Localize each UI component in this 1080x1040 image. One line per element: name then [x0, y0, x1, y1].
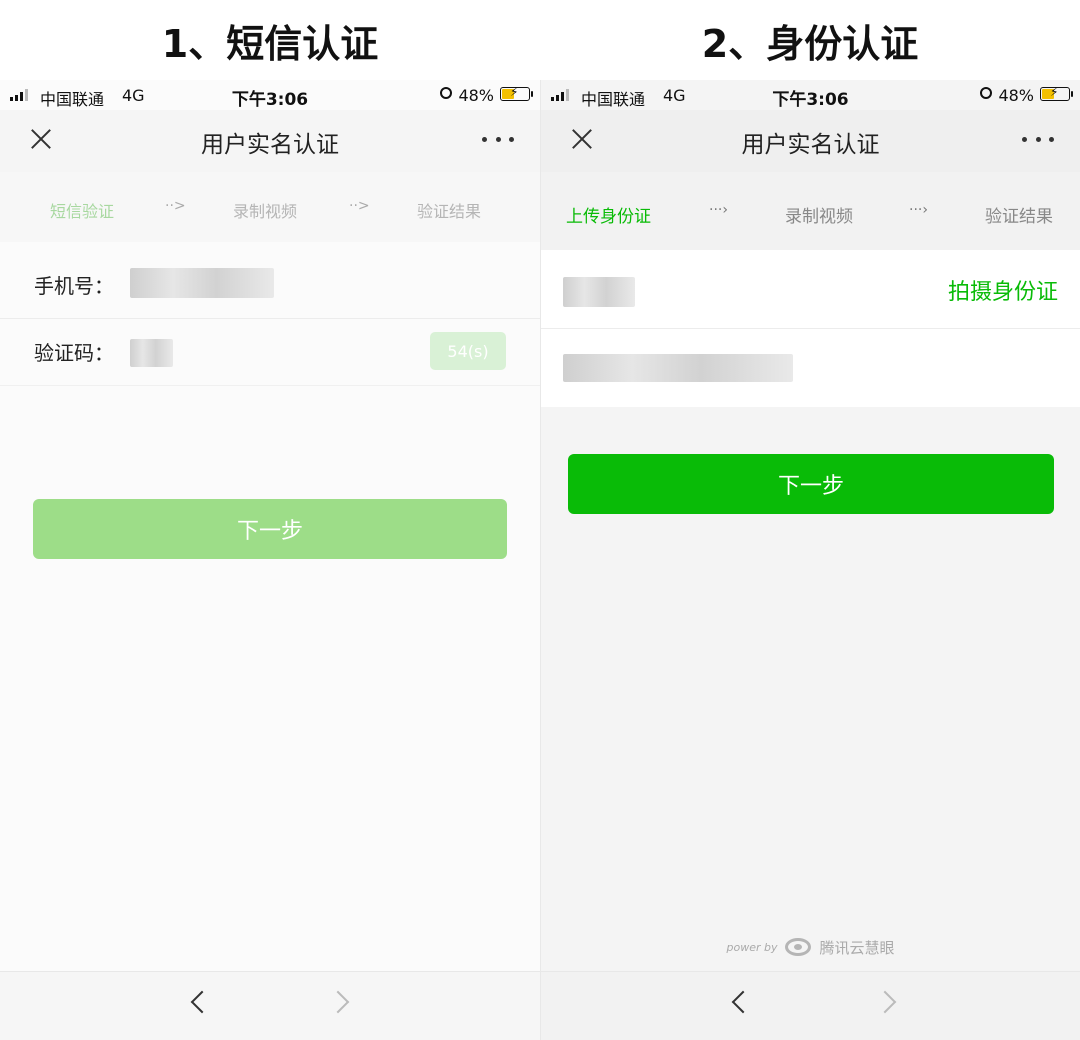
status-bar: 中国联通 4G 下午3:06 48% ⚡ — [0, 80, 540, 110]
navigation-bar: 用户实名认证 — [0, 110, 540, 172]
phone-number-row: 手机号： — [0, 242, 540, 319]
forward-icon[interactable] — [326, 990, 350, 1014]
battery-icon: ⚡ — [1040, 85, 1073, 101]
rotation-lock-icon — [980, 87, 992, 99]
battery-percent: 48% — [458, 86, 494, 105]
verification-code-input[interactable] — [130, 339, 173, 367]
browser-bottom-bar — [0, 971, 540, 1040]
page-title: 用户实名认证 — [741, 132, 880, 158]
step-arrow: ···› — [909, 202, 928, 218]
step-arrow: ···› — [709, 202, 728, 218]
step-record-video: 录制视频 — [785, 207, 853, 227]
brand-name: 腾讯云慧眼 — [819, 938, 895, 957]
countdown-button[interactable]: 54(s) — [430, 332, 506, 370]
step-upload-id: 上传身份证 — [566, 207, 651, 227]
status-bar: 中国联通 4G 下午3:06 48% ⚡ — [541, 80, 1080, 110]
browser-bottom-bar — [541, 971, 1080, 1040]
name-row: 拍摄身份证 — [541, 250, 1080, 329]
next-button[interactable]: 下一步 — [568, 454, 1054, 514]
name-value-redacted — [563, 277, 635, 307]
step-result: 验证结果 — [985, 207, 1053, 227]
tencent-eye-logo-icon — [785, 938, 812, 956]
back-icon[interactable] — [190, 990, 214, 1014]
more-options-icon[interactable] — [1022, 124, 1054, 154]
capture-id-link[interactable]: 拍摄身份证 — [948, 274, 1058, 306]
step-sms-verify: 短信验证 — [50, 202, 115, 221]
page-title: 用户实名认证 — [201, 132, 339, 158]
more-options-icon[interactable] — [482, 124, 514, 154]
panel-heading-left: 1、短信认证 — [161, 21, 379, 66]
powered-by-text: power by — [726, 940, 778, 954]
navigation-bar: 用户实名认证 — [541, 110, 1080, 172]
verification-code-row: 验证码： 54(s) — [0, 319, 540, 386]
powered-by-footer: power by 腾讯云慧眼 — [541, 932, 1080, 962]
panel-heading-right: 2、身份认证 — [701, 21, 919, 66]
phone-number-value-redacted — [130, 268, 274, 298]
verification-code-label: 验证码： — [34, 341, 114, 365]
phone-screen-sms: 中国联通 4G 下午3:06 48% ⚡ 用户实名认证 短信验证 ··> 录制视… — [0, 80, 540, 1040]
battery-percent: 48% — [998, 86, 1034, 105]
step-arrow: ··> — [165, 198, 186, 214]
back-icon[interactable] — [731, 990, 755, 1014]
id-number-row — [541, 329, 1080, 407]
step-indicator: 上传身份证 ···› 录制视频 ···› 验证结果 — [541, 172, 1080, 250]
step-result: 验证结果 — [417, 202, 482, 221]
phone-screen-id: 中国联通 4G 下午3:06 48% ⚡ 用户实名认证 上传身份证 ···› 录… — [540, 80, 1080, 1040]
step-record-video: 录制视频 — [233, 202, 298, 221]
step-arrow: ··> — [349, 198, 370, 214]
rotation-lock-icon — [440, 87, 452, 99]
next-button[interactable]: 下一步 — [33, 499, 507, 559]
id-number-value-redacted — [563, 354, 793, 382]
forward-icon[interactable] — [873, 990, 897, 1014]
step-indicator: 短信验证 ··> 录制视频 ··> 验证结果 — [0, 172, 540, 242]
phone-number-label: 手机号： — [34, 274, 114, 298]
battery-icon: ⚡ — [500, 85, 533, 101]
